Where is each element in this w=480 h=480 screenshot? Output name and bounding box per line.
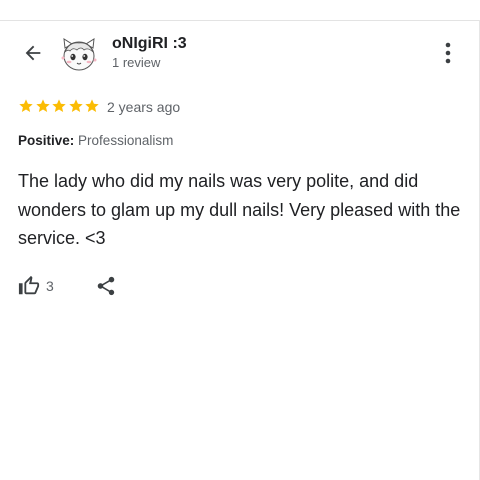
positive-attributes: Positive: Professionalism: [18, 133, 173, 148]
review-detail-screen: oNIgiRI :3 1 review 2 years ago Positive…: [0, 0, 480, 480]
star-icon: [85, 99, 99, 112]
top-strip: [0, 0, 480, 21]
more-options-button[interactable]: [436, 40, 460, 66]
avatar[interactable]: [59, 36, 99, 72]
positive-label: Positive:: [18, 133, 75, 148]
back-button[interactable]: [18, 38, 48, 68]
star-icon: [68, 99, 83, 112]
review-time: 2 years ago: [107, 99, 181, 115]
star-icon: [19, 99, 33, 112]
star-rating: [18, 98, 101, 116]
like-button[interactable]: 3: [18, 274, 54, 298]
share-icon: [97, 276, 115, 296]
reviewer-name[interactable]: oNIgiRI :3: [112, 35, 187, 53]
reviewer-review-count: 1 review: [112, 55, 161, 70]
positive-value: Professionalism: [78, 133, 174, 148]
more-vert-icon: [445, 42, 451, 64]
like-count: 3: [46, 278, 54, 294]
star-icon: [52, 99, 66, 112]
review-text: The lady who did my nails was very polit…: [18, 171, 461, 248]
star-icon: [35, 99, 50, 112]
thumb-up-icon: [18, 275, 40, 295]
arrow-back-icon: [25, 45, 41, 61]
share-button[interactable]: [94, 274, 118, 298]
